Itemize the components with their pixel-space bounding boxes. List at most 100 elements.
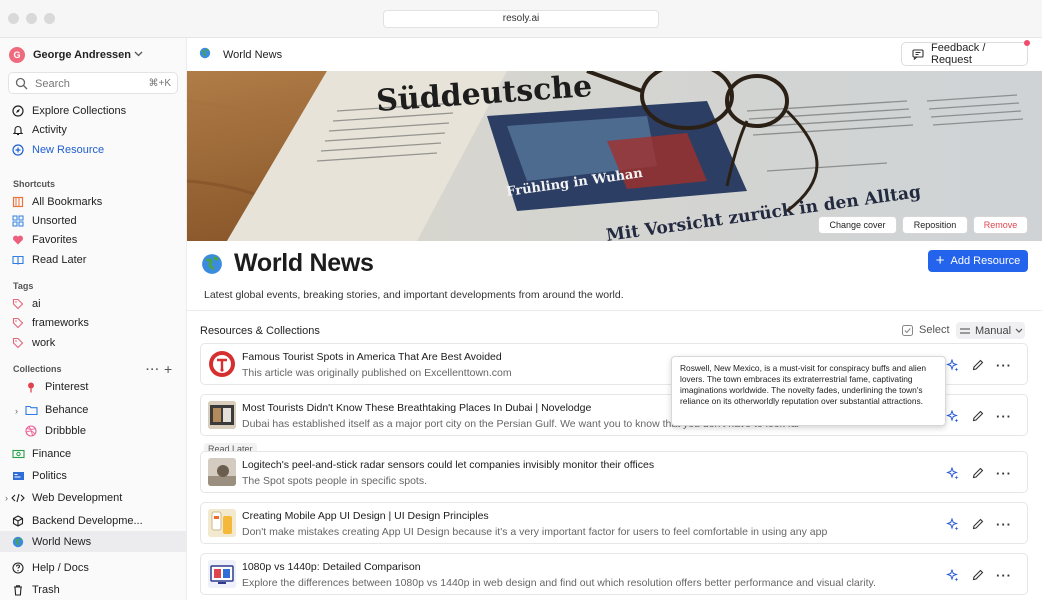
window-minimize-button[interactable] — [26, 13, 37, 24]
sparkle-icon[interactable] — [945, 517, 959, 531]
shortcut-favorites[interactable]: Favorites — [11, 232, 77, 248]
resource-title[interactable]: 1080p vs 1440p: Detailed Comparison — [242, 561, 421, 573]
resource-title[interactable]: Most Tourists Didn't Know These Breathta… — [242, 402, 591, 414]
nav-label: Activity — [32, 124, 67, 136]
window-zoom-button[interactable] — [44, 13, 55, 24]
nav-label: Trash — [32, 584, 60, 596]
resource-title[interactable]: Logitech's peel-and-stick radar sensors … — [242, 459, 654, 471]
collection-label: World News — [32, 536, 92, 548]
collection-world-news[interactable]: World News — [11, 534, 91, 550]
sparkle-icon[interactable] — [945, 568, 959, 582]
nav-activity[interactable]: Activity — [11, 122, 67, 138]
more-icon[interactable]: ··· — [996, 409, 1011, 424]
window-close-button[interactable] — [8, 13, 19, 24]
sort-dropdown[interactable]: Manual — [956, 322, 1025, 339]
pencil-icon[interactable] — [971, 517, 985, 531]
shortcut-all-bookmarks[interactable]: All Bookmarks — [11, 194, 102, 210]
collection-label: Dribbble — [45, 425, 86, 437]
resource-actions: ··· — [945, 517, 1011, 532]
more-icon[interactable]: ··· — [996, 568, 1011, 583]
more-icon[interactable]: ··· — [996, 358, 1011, 373]
chevron-right-icon[interactable]: › — [15, 406, 18, 416]
more-icon[interactable]: ··· — [996, 466, 1011, 481]
nav-help-docs[interactable]: Help / Docs — [11, 560, 89, 576]
globe-icon — [199, 47, 211, 62]
add-resource-label: Add Resource — [950, 255, 1021, 267]
grid-icon — [11, 214, 25, 228]
remove-cover-button[interactable]: Remove — [973, 216, 1028, 234]
tag-label: ai — [32, 298, 41, 310]
globe-icon — [201, 253, 223, 281]
nav-trash[interactable]: Trash — [11, 582, 60, 598]
reposition-button[interactable]: Reposition — [902, 216, 968, 234]
search-placeholder: Search — [35, 78, 70, 90]
address-bar[interactable]: resoly.ai — [383, 10, 659, 28]
select-label: Select — [919, 324, 950, 336]
bell-icon — [11, 123, 25, 137]
collection-pinterest[interactable]: Pinterest — [24, 379, 88, 395]
pin-icon — [24, 380, 38, 394]
plus-icon: + — [935, 252, 945, 269]
shortcut-unsorted[interactable]: Unsorted — [11, 213, 77, 229]
shortcuts-heading: Shortcuts — [13, 179, 56, 189]
search-icon — [15, 77, 28, 90]
pencil-icon[interactable] — [971, 568, 985, 582]
sparkle-icon[interactable] — [945, 466, 959, 480]
tags-heading: Tags — [13, 281, 34, 291]
collection-finance[interactable]: Finance — [11, 446, 71, 462]
tag-icon — [11, 336, 25, 350]
change-cover-button[interactable]: Change cover — [818, 216, 897, 234]
tag-label: work — [32, 337, 56, 349]
header-bar: World News Feedback / Request — [187, 38, 1042, 70]
sort-label: Manual — [975, 324, 1012, 337]
chevron-down-icon[interactable] — [134, 49, 143, 59]
tag-item[interactable]: frameworks — [11, 315, 89, 331]
select-button[interactable]: Select — [902, 324, 950, 336]
resource-title[interactable]: Creating Mobile App UI Design | UI Desig… — [242, 510, 489, 522]
resource-card[interactable]: 1080p vs 1440p: Detailed Comparison Expl… — [200, 553, 1028, 595]
collection-dribbble[interactable]: Dribbble — [24, 423, 86, 439]
collection-label: Behance — [45, 404, 89, 416]
chevron-down-icon — [1015, 328, 1023, 333]
feedback-button[interactable]: Feedback / Request — [901, 42, 1028, 66]
pencil-icon[interactable] — [971, 409, 985, 423]
collection-description: Latest global events, breaking stories, … — [204, 289, 624, 301]
collections-add-icon[interactable]: + — [164, 361, 172, 377]
nav-label: Unsorted — [32, 215, 77, 227]
pencil-icon[interactable] — [971, 466, 985, 480]
sparkle-icon[interactable] — [945, 409, 959, 423]
search-shortcut: ⌘+K — [148, 78, 171, 89]
nav-label: Read Later — [32, 254, 87, 266]
add-resource-button[interactable]: + Add Resource — [928, 250, 1028, 272]
money-icon — [11, 447, 25, 461]
sparkle-icon[interactable] — [945, 358, 959, 372]
collection-politics[interactable]: Politics — [11, 468, 67, 484]
help-icon — [11, 561, 25, 575]
collection-label: Finance — [32, 448, 72, 460]
collections-more-icon[interactable]: ··· — [146, 364, 160, 376]
search-input[interactable]: Search ⌘+K — [8, 72, 178, 94]
more-icon[interactable]: ··· — [996, 517, 1011, 532]
collection-backend-development[interactable]: Backend Developme... — [11, 513, 143, 529]
breadcrumb-label: World News — [223, 48, 283, 61]
nav-label: All Bookmarks — [32, 196, 103, 208]
tag-item[interactable]: work — [11, 335, 55, 351]
nav-label: Help / Docs — [32, 562, 89, 574]
nav-new-resource[interactable]: New Resource — [11, 142, 104, 158]
tag-item[interactable]: ai — [11, 296, 41, 312]
nav-explore-collections[interactable]: Explore Collections — [11, 103, 126, 119]
sidebar: G George Andressen Search ⌘+K Explore Co… — [0, 38, 187, 600]
resource-title[interactable]: Famous Tourist Spots in America That Are… — [242, 351, 502, 363]
pencil-icon[interactable] — [971, 358, 985, 372]
shortcut-read-later[interactable]: Read Later — [11, 252, 86, 268]
resource-card[interactable]: Logitech's peel-and-stick radar sensors … — [200, 451, 1028, 493]
chevron-right-icon[interactable]: › — [5, 493, 8, 503]
window-titlebar: resoly.ai — [0, 0, 1042, 38]
plus-circle-icon — [11, 143, 25, 157]
sort-lines-icon — [960, 327, 970, 335]
collection-web-development[interactable]: Web Development — [11, 490, 122, 506]
collection-behance[interactable]: Behance — [24, 402, 88, 418]
user-menu[interactable]: G George Andressen — [9, 46, 131, 64]
resource-card[interactable]: Creating Mobile App UI Design | UI Desig… — [200, 502, 1028, 544]
tag-label: frameworks — [32, 317, 89, 329]
